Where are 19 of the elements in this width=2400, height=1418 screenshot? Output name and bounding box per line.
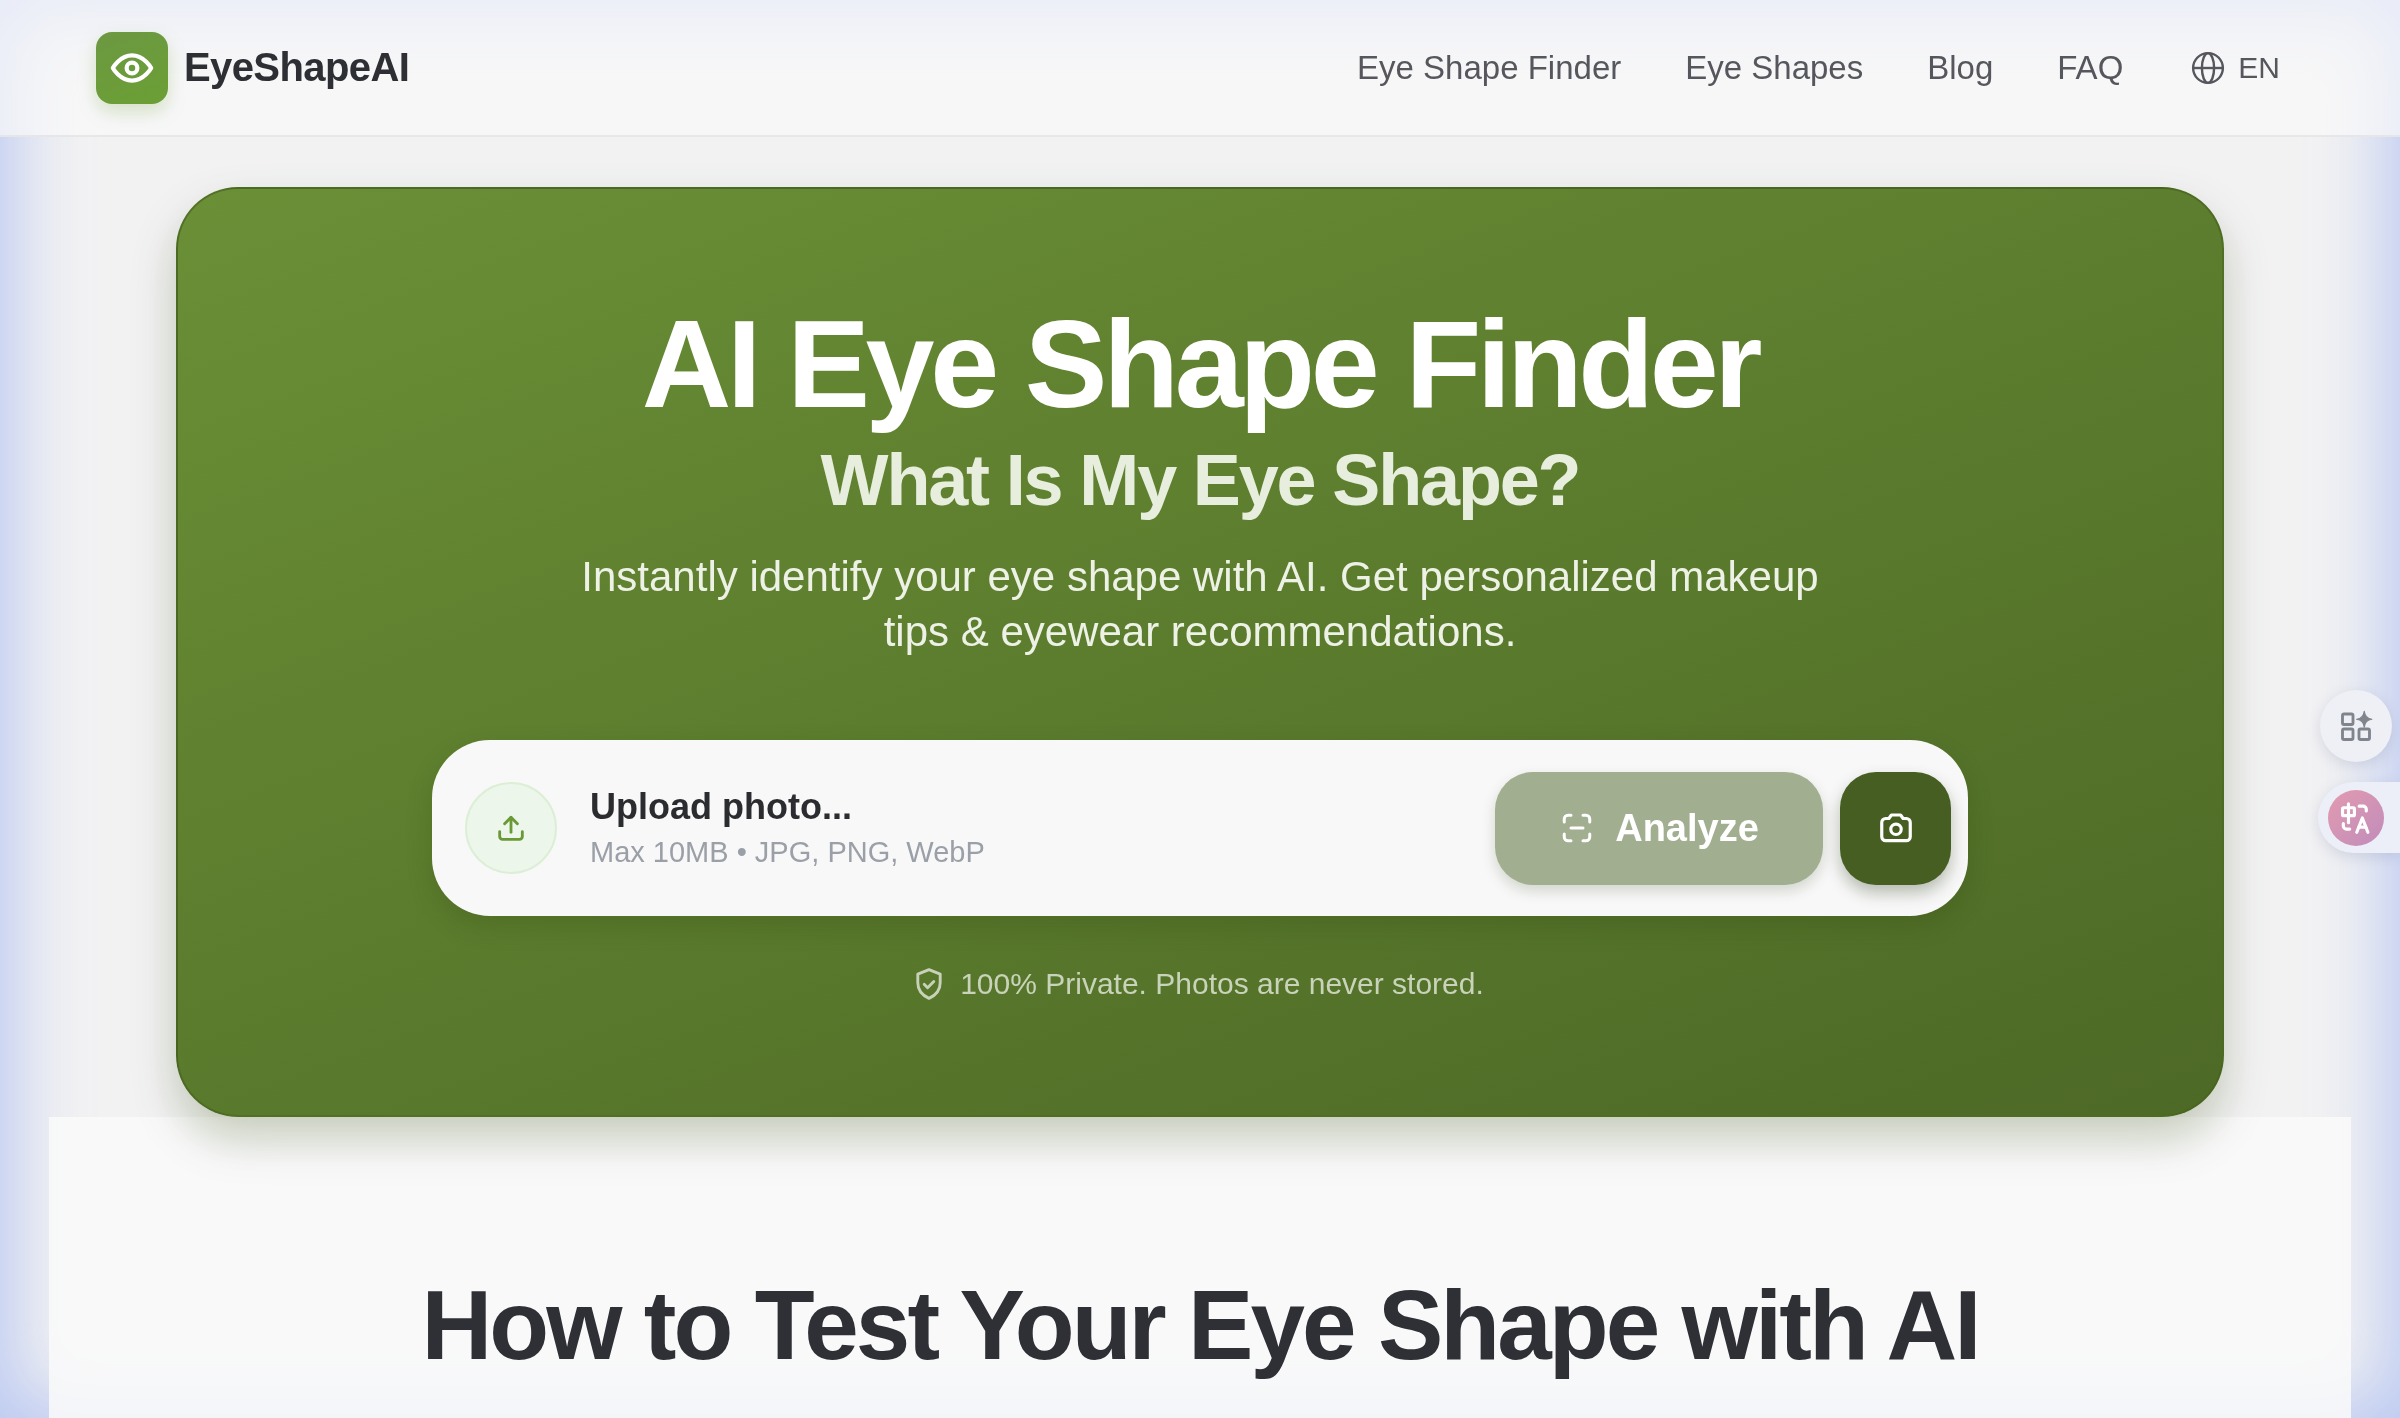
nav-link[interactable]: Blog <box>1927 48 1994 87</box>
nav-link[interactable]: FAQ <box>2057 48 2124 87</box>
nav-link[interactable]: Eye Shape Finder <box>1357 48 1622 87</box>
eye-logo-icon <box>96 31 168 104</box>
hero-subtitle: What Is My Eye Shape? <box>819 439 1581 521</box>
camera-button[interactable] <box>1840 771 1951 885</box>
hero-title: AI Eye Shape Finder <box>640 294 1760 435</box>
brand-link[interactable]: EyeShapeAI <box>96 31 410 104</box>
nav-link[interactable]: Eye Shapes <box>1685 48 1864 87</box>
section-heading: How to Test Your Eye Shape with AI <box>420 1269 1980 1382</box>
upload-label: Upload photo... <box>590 786 853 828</box>
globe-icon <box>2191 50 2226 85</box>
upload-hint: Max 10MB • JPG, PNG, WebP <box>590 835 985 870</box>
privacy-note: 100% Private. Photos are never stored. <box>960 966 1484 1002</box>
hero-description: Instantly identify your eye shape with AI. Get personalized makeup tips & eyewear recommendations. <box>580 552 1820 657</box>
shield-check-icon <box>916 968 943 1000</box>
translate-icon <box>2328 789 2384 846</box>
translate-button[interactable] <box>2318 782 2400 853</box>
language-button[interactable]: EN <box>2181 42 2304 93</box>
